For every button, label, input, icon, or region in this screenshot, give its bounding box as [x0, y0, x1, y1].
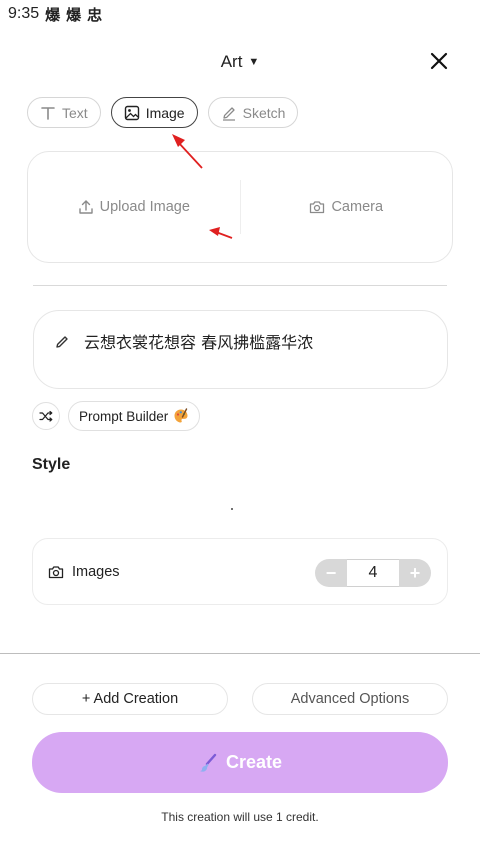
close-icon[interactable]: [428, 50, 450, 72]
upload-card: Upload Image Camera: [27, 151, 453, 263]
create-label: Create: [225, 752, 283, 772]
advanced-options-button[interactable]: Advanced Options: [252, 683, 448, 715]
tab-sketch[interactable]: Sketch: [207, 97, 299, 128]
tab-label: Text: [62, 104, 88, 121]
create-button[interactable]: Create: [32, 732, 448, 793]
tab-label: Image: [145, 104, 185, 121]
decrement-button[interactable]: −: [315, 559, 347, 587]
upload-image-button[interactable]: Upload Image: [28, 152, 240, 262]
prompt-input[interactable]: 云想衣裳花想容 春风拂槛露华浓: [33, 310, 448, 389]
camera-icon: [310, 201, 325, 214]
divider: [0, 653, 480, 654]
add-creation-button[interactable]: + Add Creation: [32, 683, 228, 715]
prompt-builder-label: Prompt Builder: [79, 408, 169, 424]
mode-tabs: Text Image Sketch: [27, 97, 299, 128]
image-icon: [124, 105, 139, 120]
pencil-icon: [222, 106, 235, 121]
camera-label: Camera: [331, 199, 384, 215]
credit-note: This creation will use 1 credit.: [161, 810, 319, 824]
notification-icon: 爆: [45, 5, 61, 24]
images-label: Images: [72, 563, 120, 580]
style-placeholder: [231, 508, 233, 510]
tab-text[interactable]: Text: [27, 97, 101, 128]
tab-label: Sketch: [242, 104, 286, 121]
style-heading: Style: [32, 456, 71, 473]
images-count[interactable]: 4: [347, 559, 399, 587]
prompt-text: 云想衣裳花想容 春风拂槛露华浓: [84, 333, 314, 352]
notification-icon: 爆: [66, 5, 82, 24]
images-stepper: − 4 +: [315, 559, 431, 587]
upload-image-label: Upload Image: [99, 199, 190, 215]
increment-button[interactable]: +: [399, 559, 431, 587]
camera-button[interactable]: Camera: [241, 152, 453, 262]
text-icon: [41, 106, 55, 120]
pencil-icon: [56, 336, 68, 348]
page-title: Art: [220, 52, 243, 71]
caret-down-icon: ▼: [248, 56, 260, 68]
divider: [33, 285, 447, 286]
prompt-builder-button[interactable]: Prompt Builder: [68, 401, 201, 431]
images-setting: Images − 4 +: [32, 538, 448, 605]
shuffle-icon: [39, 410, 53, 422]
palette-icon: [174, 408, 188, 423]
status-bar: 9:35 爆 爆 忠: [0, 0, 480, 28]
paintbrush-icon: [199, 753, 217, 772]
shuffle-button[interactable]: [32, 402, 60, 430]
bug-icon: 忠: [87, 5, 103, 24]
upload-icon: [78, 200, 93, 214]
tab-image[interactable]: Image: [110, 97, 198, 128]
camera-icon: [48, 565, 64, 578]
images-label-group: Images: [48, 564, 120, 580]
status-time: 9:35: [8, 5, 40, 22]
header: Art ▼: [0, 44, 480, 80]
mode-dropdown[interactable]: Art ▼: [0, 52, 480, 72]
